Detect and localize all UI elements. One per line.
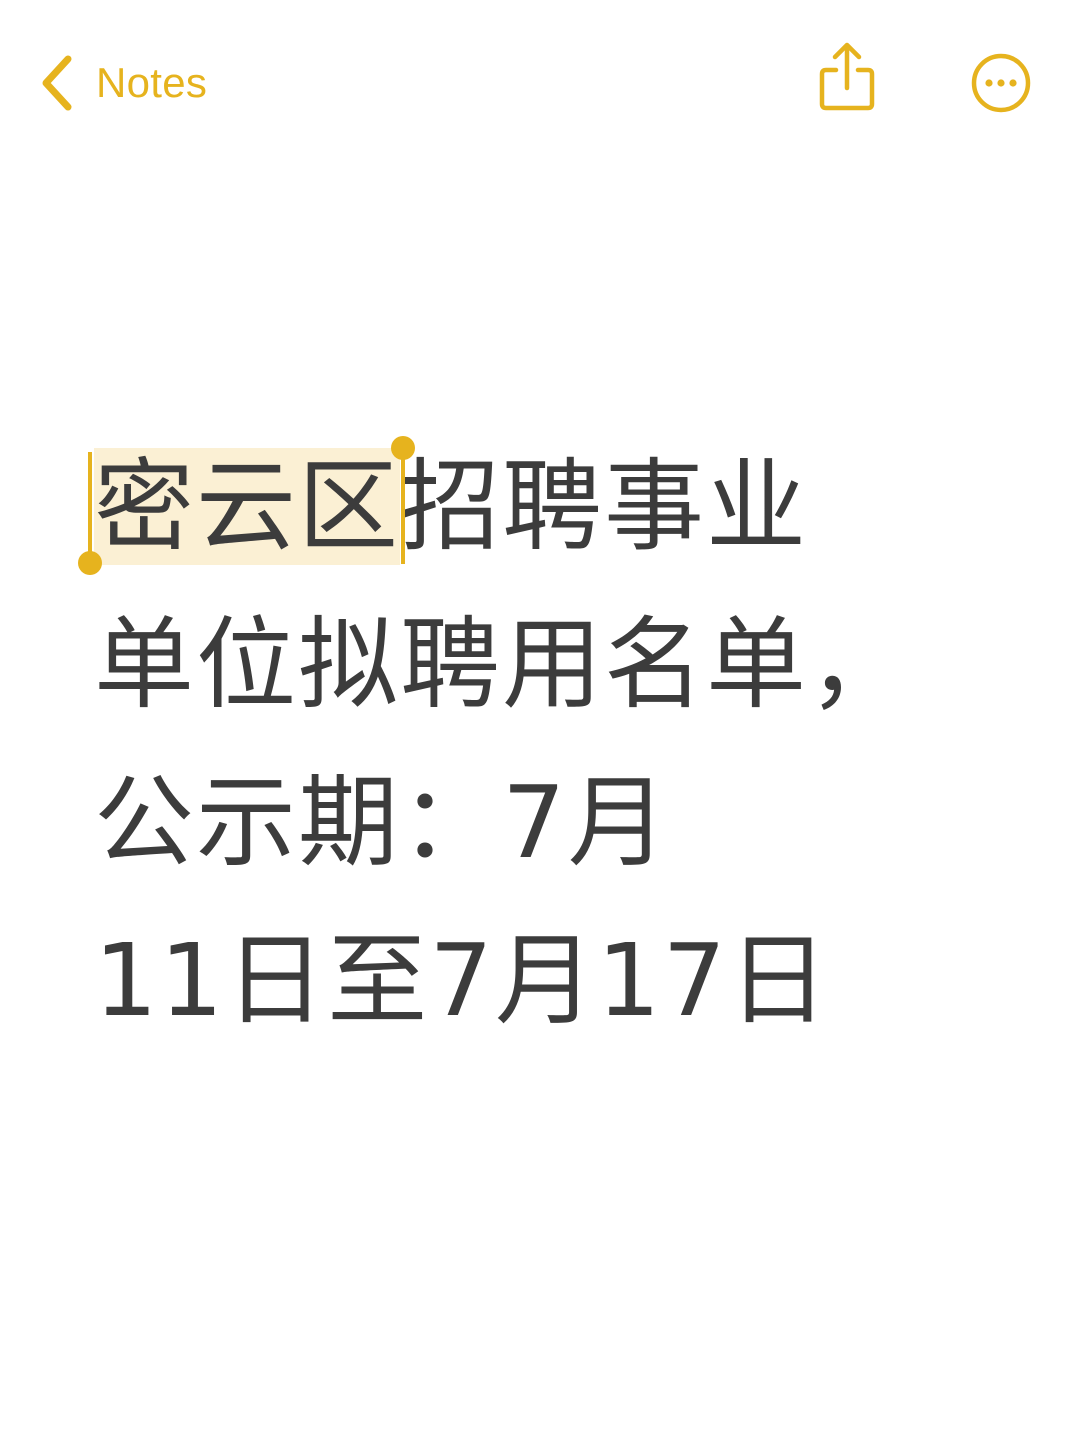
back-button-label: Notes — [96, 59, 208, 106]
note-line-4: 11日至7月17日 — [94, 922, 831, 1039]
note-line-2: 单位拟聘用名单， — [94, 606, 910, 723]
note-line-3: 公示期：7月 — [94, 764, 670, 881]
selection-start-handle[interactable] — [78, 551, 102, 575]
share-icon — [816, 40, 878, 114]
navigation-bar: Notes — [0, 0, 1080, 170]
ellipsis-circle-icon — [970, 52, 1032, 114]
more-button[interactable] — [970, 52, 1032, 114]
selection-start-caret — [88, 452, 92, 564]
text-selection[interactable]: 密云区 — [78, 436, 415, 575]
selection-end-handle[interactable] — [391, 436, 415, 460]
note-line-1-text: 招聘事业 — [400, 448, 808, 565]
selected-text: 密云区 — [94, 448, 400, 565]
chevron-left-icon — [38, 53, 74, 113]
back-button[interactable]: Notes — [38, 50, 207, 116]
note-text-area[interactable]: 密云区 招聘事业 单位拟聘用名单， 公示期：7月 11日至7月17日 — [78, 436, 994, 1080]
selection-end-caret — [401, 452, 405, 564]
share-button[interactable] — [816, 40, 878, 114]
note-line-1: 密云区 招聘事业 — [78, 436, 994, 606]
